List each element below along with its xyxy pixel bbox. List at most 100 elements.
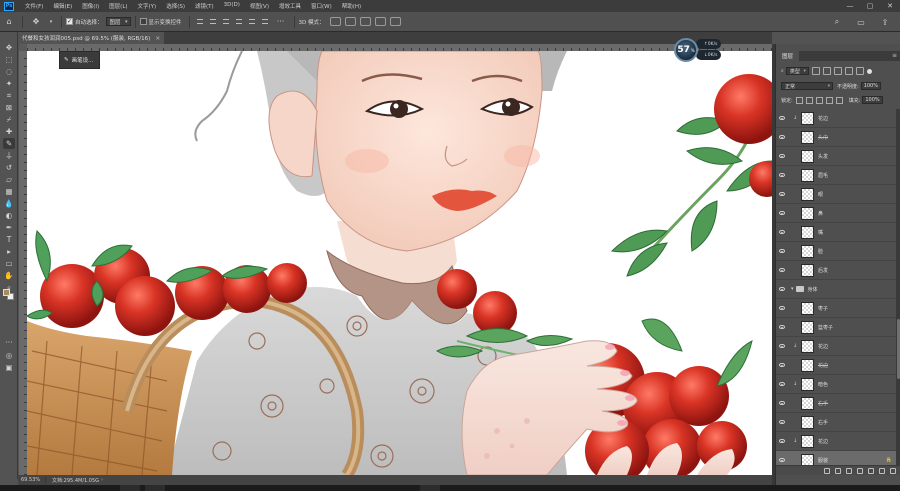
adjustment-layer-icon[interactable] bbox=[857, 467, 863, 474]
layer-row[interactable]: ↓ 花边 bbox=[776, 109, 896, 128]
chevron-down-icon[interactable]: ▾ bbox=[791, 286, 794, 292]
menu-item[interactable]: 图层(L) bbox=[104, 2, 132, 10]
layer-name[interactable]: 右手 bbox=[818, 400, 828, 407]
layer-thumbnail[interactable] bbox=[801, 168, 814, 182]
layer-thumbnail[interactable] bbox=[801, 358, 814, 372]
menu-item[interactable]: 选择(S) bbox=[161, 2, 190, 10]
speed-monitor-widget[interactable]: ↑ 0K/s ↓ 0K/s 57% bbox=[674, 38, 730, 62]
history-brush-icon[interactable]: ↺ bbox=[3, 162, 15, 173]
chevron-down-icon[interactable]: ▾ bbox=[48, 16, 54, 28]
layer-thumbnail[interactable] bbox=[801, 320, 814, 334]
layer-row[interactable]: 头发 bbox=[776, 147, 896, 166]
eye-icon[interactable] bbox=[779, 173, 785, 177]
eye-icon[interactable] bbox=[779, 116, 785, 120]
3d-orbit-icon[interactable] bbox=[329, 17, 341, 26]
layer-thumbnail[interactable] bbox=[801, 396, 814, 410]
home-icon[interactable]: ⌂ bbox=[3, 16, 15, 28]
shape-icon[interactable]: ▭ bbox=[3, 258, 15, 269]
document-tab[interactable]: 代餐和女孩润润005.psd @ 69.5% (服装, RGB/16) × bbox=[18, 32, 165, 44]
3d-roll-icon[interactable] bbox=[344, 17, 356, 26]
blend-mode-dropdown[interactable]: 正常 bbox=[781, 82, 833, 90]
lock-transparency-icon[interactable] bbox=[795, 96, 803, 104]
layer-style-icon[interactable] bbox=[835, 467, 841, 474]
menu-item[interactable]: 增效工具 bbox=[274, 2, 306, 10]
filter-adjustment-icon[interactable] bbox=[822, 67, 831, 75]
filter-smart-icon[interactable] bbox=[855, 67, 864, 75]
layer-name[interactable]: 篮枣子 bbox=[818, 324, 833, 331]
new-layer-icon[interactable] bbox=[879, 467, 885, 474]
path-select-icon[interactable]: ▸ bbox=[3, 246, 15, 257]
layer-name[interactable]: 花边 bbox=[818, 438, 828, 445]
eye-icon[interactable] bbox=[779, 268, 785, 272]
filter-type-icon[interactable] bbox=[833, 67, 842, 75]
dodge-icon[interactable]: ◐ bbox=[3, 210, 15, 221]
blur-icon[interactable]: 💧 bbox=[3, 198, 15, 209]
3d-scale-icon[interactable] bbox=[389, 17, 401, 26]
close-tab-icon[interactable]: × bbox=[155, 35, 160, 42]
align-bottom-icon[interactable] bbox=[222, 17, 231, 26]
pen-icon[interactable]: ✒ bbox=[3, 222, 15, 233]
tab-layers[interactable]: 图层 bbox=[776, 51, 800, 61]
layer-name[interactable]: 头巾 bbox=[818, 134, 828, 141]
minimize-button[interactable]: — bbox=[840, 0, 860, 12]
eye-icon[interactable] bbox=[779, 230, 785, 234]
layer-name[interactable]: 右手 bbox=[818, 419, 828, 426]
menu-item[interactable]: 窗口(W) bbox=[306, 2, 337, 10]
add-mask-icon[interactable] bbox=[846, 467, 852, 474]
search-icon[interactable]: ⌕ bbox=[831, 16, 843, 28]
quickmask-icon[interactable]: ◎ bbox=[3, 350, 15, 361]
menu-item[interactable]: 编辑(E) bbox=[48, 2, 77, 10]
hand-icon[interactable]: ✋ bbox=[3, 270, 15, 281]
eye-icon[interactable] bbox=[779, 306, 785, 310]
eyedropper-icon[interactable]: ⌿ bbox=[3, 114, 15, 125]
layer-row[interactable]: 花边 bbox=[776, 356, 896, 375]
layers-scrollbar[interactable] bbox=[896, 109, 900, 465]
eye-icon[interactable] bbox=[779, 401, 785, 405]
layer-row[interactable]: ↓ 花边 bbox=[776, 337, 896, 356]
workspace-icon[interactable]: ▭ bbox=[855, 16, 867, 28]
layer-group-row[interactable]: ▾ 身体 bbox=[776, 280, 896, 299]
status-zoom[interactable]: 69.53% bbox=[18, 477, 46, 483]
vertical-ruler[interactable] bbox=[19, 51, 27, 475]
maximize-button[interactable]: ▢ bbox=[860, 0, 880, 12]
layer-row[interactable]: ↓ 花边 bbox=[776, 432, 896, 451]
layer-thumbnail[interactable] bbox=[801, 263, 814, 277]
eye-icon[interactable] bbox=[779, 458, 785, 462]
layer-row[interactable]: 枣子 bbox=[776, 299, 896, 318]
menu-item[interactable]: 滤镜(T) bbox=[190, 2, 219, 10]
menu-item[interactable]: 图像(I) bbox=[77, 2, 104, 10]
layer-row[interactable]: 眉毛 bbox=[776, 166, 896, 185]
healing-icon[interactable]: ✚ bbox=[3, 126, 15, 137]
layer-thumbnail[interactable] bbox=[801, 130, 814, 144]
show-transform-checkbox[interactable] bbox=[139, 18, 147, 25]
align-top-icon[interactable] bbox=[196, 17, 205, 26]
layer-row[interactable]: 篮枣子 bbox=[776, 318, 896, 337]
align-vcenter-icon[interactable] bbox=[209, 17, 218, 26]
document-canvas[interactable]: ✎ 画笔设... bbox=[27, 51, 772, 475]
foreground-color-swatch[interactable] bbox=[3, 289, 10, 296]
eye-icon[interactable] bbox=[779, 135, 785, 139]
auto-select-checkbox[interactable]: ✓ bbox=[66, 18, 73, 25]
layer-name[interactable]: 后发 bbox=[818, 267, 828, 274]
menu-item[interactable]: 文字(Y) bbox=[133, 2, 162, 10]
type-icon[interactable]: T bbox=[3, 234, 15, 245]
layer-row[interactable]: 眼 bbox=[776, 185, 896, 204]
layer-thumbnail[interactable] bbox=[801, 225, 814, 239]
layer-name[interactable]: 嘴 bbox=[818, 229, 823, 236]
move-tool-icon[interactable]: ✥ bbox=[30, 16, 42, 28]
magic-wand-icon[interactable]: ✦ bbox=[3, 78, 15, 89]
close-button[interactable]: ✕ bbox=[880, 0, 900, 12]
gradient-icon[interactable]: ▦ bbox=[3, 186, 15, 197]
eye-icon[interactable] bbox=[779, 192, 785, 196]
layer-thumbnail[interactable] bbox=[801, 377, 814, 391]
menu-item[interactable]: 视图(V) bbox=[245, 2, 274, 10]
marquee-icon[interactable]: ⬚ bbox=[3, 54, 15, 65]
layer-thumbnail[interactable] bbox=[801, 111, 814, 125]
eye-icon[interactable] bbox=[779, 382, 785, 386]
eraser-icon[interactable]: ▱ bbox=[3, 174, 15, 185]
align-hcenter-icon[interactable] bbox=[248, 17, 257, 26]
layer-thumbnail[interactable] bbox=[801, 206, 814, 220]
more-options-icon[interactable]: ··· bbox=[275, 16, 287, 28]
layer-thumbnail[interactable] bbox=[801, 339, 814, 353]
auto-select-target-dropdown[interactable]: 图层 bbox=[105, 17, 131, 26]
